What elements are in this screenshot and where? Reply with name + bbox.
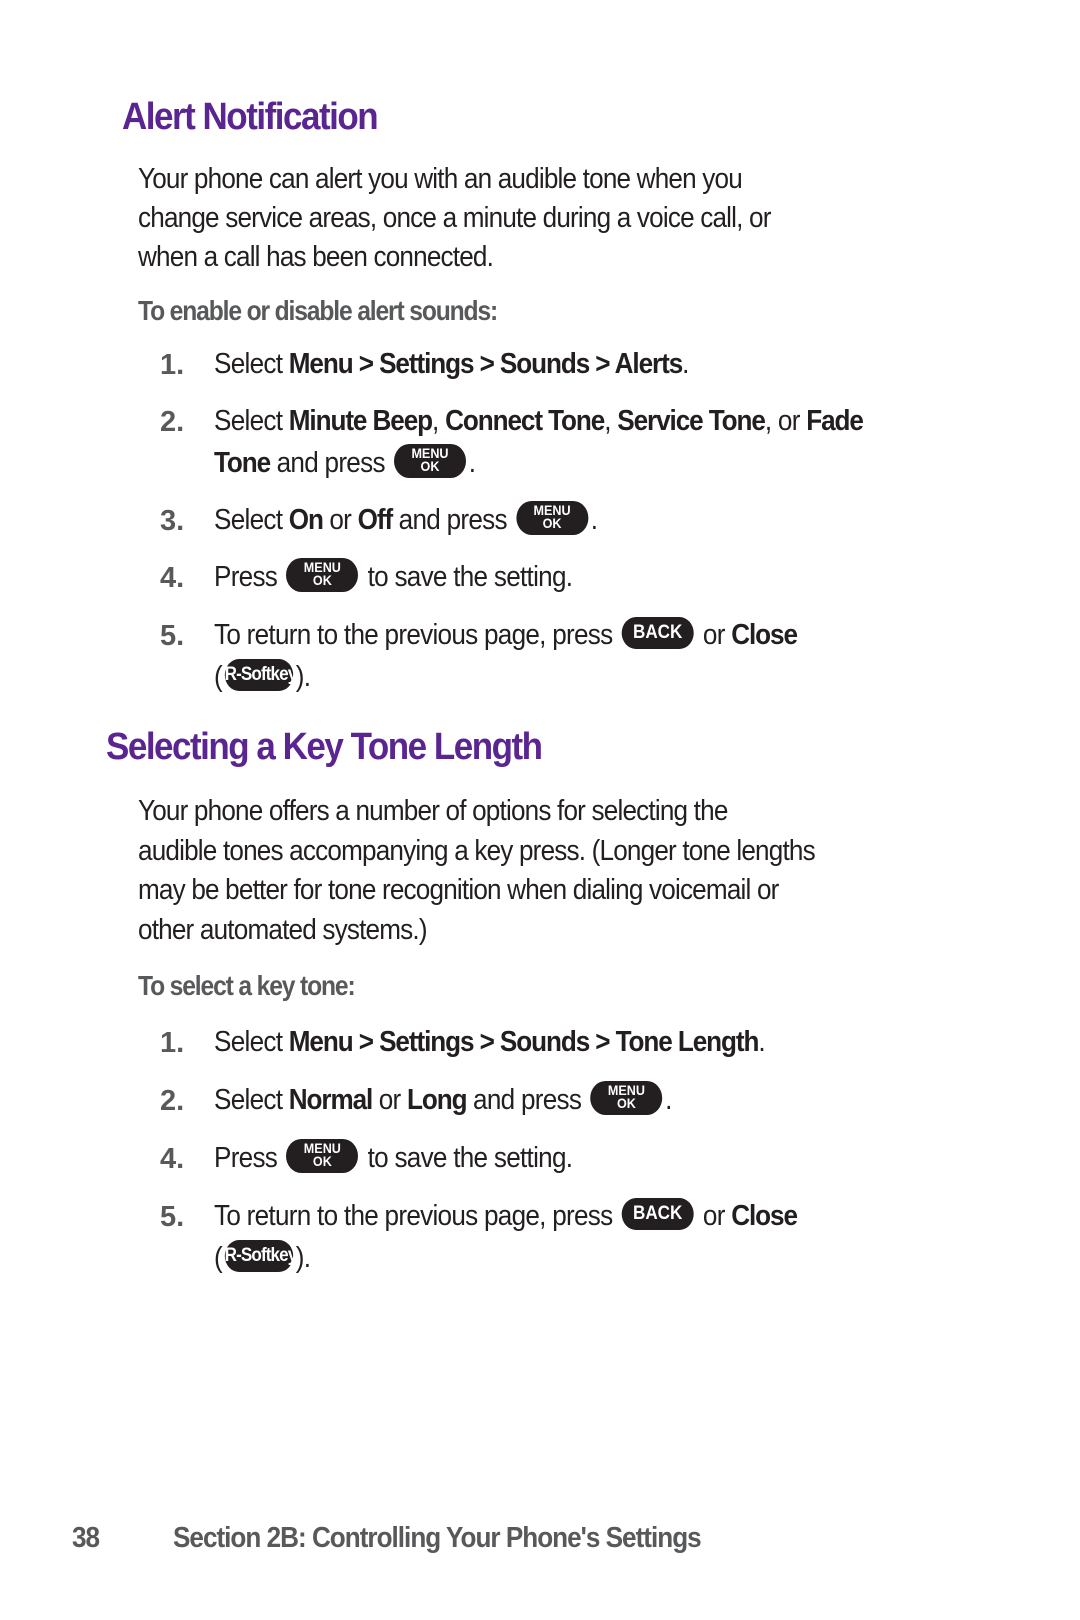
menu-ok-key-icon: MENU OK — [516, 501, 589, 536]
menu-ok-key-icon: MENU OK — [590, 1081, 663, 1116]
step-text: To return to the previous page, press BA… — [214, 614, 798, 656]
option-on: On — [288, 504, 324, 536]
option-long: Long — [407, 1084, 468, 1116]
back-key-icon: BACK — [621, 617, 694, 650]
intro-line: Your phone can alert you with an audible… — [138, 163, 743, 195]
step-text-plain: Select — [214, 1026, 289, 1058]
close-softkey-label: Close — [731, 1200, 798, 1232]
step-text-plain: to save the setting. — [361, 1142, 573, 1174]
step-text: Select Minute Beep, Connect Tone, Servic… — [214, 400, 864, 442]
step-number: 5. — [160, 620, 185, 652]
intro-line: other automated systems.) — [138, 914, 428, 946]
step-number: 1. — [160, 1027, 185, 1059]
intro-line: Your phone offers a number of options fo… — [138, 795, 728, 827]
step-text-plain: Select — [214, 1084, 289, 1116]
step-text-plain: , — [432, 405, 446, 437]
page-number: 38 — [72, 1522, 100, 1554]
step-text-plain: , or — [764, 405, 807, 437]
step-text: Select Menu > Settings > Sounds > Tone L… — [214, 1021, 766, 1063]
close-softkey-label: Close — [731, 619, 798, 651]
menu-path: Menu > Settings > Sounds > Alerts — [288, 348, 683, 380]
step-text: Select Menu > Settings > Sounds > Alerts… — [214, 343, 689, 385]
step-text: Press MENU OK to save the setting. — [214, 1137, 573, 1179]
step-text-plain: ( — [214, 661, 223, 693]
step-text: Select Normal or Long and press MENU OK. — [214, 1079, 672, 1121]
step-text-plain: to save the setting. — [361, 561, 573, 593]
step-number: 1. — [160, 349, 185, 381]
step-number: 3. — [160, 505, 185, 537]
option-fade-tone: Fade — [806, 405, 864, 437]
step-text-plain: and press — [270, 447, 392, 479]
intro-line: may be better for tone recognition when … — [138, 874, 779, 906]
step-text-plain: Press — [214, 1142, 284, 1174]
right-softkey-icon: R-Softkey — [224, 659, 297, 692]
step-text-plain: . — [590, 504, 598, 536]
step-text-plain: To return to the previous page, press — [214, 619, 619, 651]
instructions-subhead: To enable or disable alert sounds: — [138, 295, 498, 326]
step-text-plain: and press — [466, 1084, 588, 1116]
intro-line: when a call has been connected. — [138, 241, 494, 273]
step-text-plain: or — [322, 504, 358, 536]
step-text-plain: Select — [214, 405, 289, 437]
step-number: 4. — [160, 562, 185, 594]
section-title-alert-notification: Alert Notification — [122, 96, 379, 138]
step-number: 2. — [160, 406, 185, 438]
step-text-plain: . — [758, 1026, 765, 1058]
step-text-plain: . — [682, 348, 689, 380]
step-text-line2: Tone and press MENU OK. — [214, 442, 476, 484]
section-title-key-tone-length: Selecting a Key Tone Length — [106, 726, 543, 768]
instructions-subhead: To select a key tone: — [138, 970, 356, 1001]
intro-line: audible tones accompanying a key press. … — [138, 835, 816, 867]
back-key-icon: BACK — [621, 1198, 694, 1231]
menu-path: Menu > Settings > Sounds > Tone Length — [288, 1026, 760, 1058]
step-number: 2. — [160, 1085, 185, 1117]
step-text-line2: (R-Softkey). — [214, 1237, 311, 1279]
step-text-plain: ( — [214, 1242, 223, 1274]
section-footer-title: Section 2B: Controlling Your Phone's Set… — [173, 1522, 702, 1554]
intro-line: change service areas, once a minute duri… — [138, 202, 771, 234]
step-text-plain: ). — [295, 1242, 311, 1274]
step-text-plain: or — [696, 1200, 732, 1232]
option-connect-tone: Connect Tone — [445, 405, 605, 437]
step-text-plain: Select — [214, 504, 289, 536]
option-minute-beep: Minute Beep — [288, 405, 433, 437]
step-number: 5. — [160, 1201, 185, 1233]
step-text-plain: . — [665, 1084, 672, 1116]
step-text-plain: Press — [214, 561, 284, 593]
option-fade-tone: Tone — [214, 447, 271, 479]
menu-ok-key-icon: MENU OK — [394, 444, 466, 479]
menu-ok-key-icon: MENU OK — [286, 1139, 359, 1174]
step-text: Press MENU OK to save the setting. — [214, 556, 573, 598]
option-normal: Normal — [288, 1084, 374, 1116]
step-text-plain: and press — [392, 504, 514, 536]
step-text: Select On or Off and press MENU OK. — [214, 499, 598, 541]
right-softkey-icon: R-Softkey — [224, 1240, 297, 1273]
step-text-plain: . — [468, 447, 476, 479]
step-text-plain: or — [696, 619, 732, 651]
step-text-plain: or — [372, 1084, 408, 1116]
step-number: 4. — [160, 1143, 185, 1175]
step-text: To return to the previous page, press BA… — [214, 1195, 798, 1237]
step-text-plain: To return to the previous page, press — [214, 1200, 619, 1232]
option-off: Off — [357, 504, 394, 536]
step-text-plain: ). — [295, 661, 311, 693]
menu-ok-key-icon: MENU OK — [286, 558, 359, 593]
step-text-line2: (R-Softkey). — [214, 656, 311, 698]
step-text-plain: Select — [214, 348, 289, 380]
step-text-plain: , — [604, 405, 618, 437]
option-service-tone: Service Tone — [617, 405, 766, 437]
